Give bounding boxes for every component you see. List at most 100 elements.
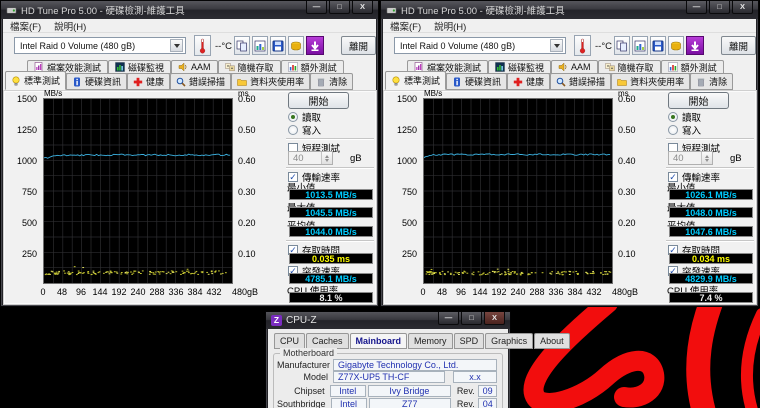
- tab-benchmark[interactable]: 標準測試: [385, 71, 446, 90]
- start-button[interactable]: 開始: [668, 92, 729, 109]
- menu-file[interactable]: 檔案(F): [10, 19, 41, 33]
- tab-health[interactable]: 健康: [507, 73, 550, 90]
- exit-button[interactable]: 離開: [721, 36, 756, 55]
- short-stroke-size-input[interactable]: 40: [668, 151, 713, 165]
- start-button[interactable]: 開始: [288, 92, 349, 109]
- hdtune-window: HD Tune Pro 5.00 - 硬碟檢測-維護工具 — □ X 檔案(F)…: [380, 0, 759, 307]
- tab-label: 清除: [709, 75, 727, 88]
- cpuz-window: Z CPU-Z — □ X CPUCachesMainboardMemorySP…: [265, 311, 511, 408]
- thermometer-icon: [578, 38, 587, 54]
- tab-benchmark[interactable]: 標準測試: [5, 71, 66, 90]
- maximize-button[interactable]: □: [709, 1, 730, 14]
- axis-tick: 0.60: [238, 94, 256, 104]
- manufacturer-value: Gigabyte Technology Co., Ltd.: [333, 359, 497, 371]
- write-radio-label: 寫入: [682, 123, 701, 137]
- minimize-button[interactable]: —: [306, 1, 327, 14]
- read-radio[interactable]: 讀取: [288, 111, 321, 122]
- tab-folder-usage[interactable]: 資料夾使用率: [611, 73, 690, 90]
- tab-random-access[interactable]: 隨機存取: [218, 60, 281, 74]
- minimize-button[interactable]: —: [686, 1, 707, 14]
- cpuz-tab-caches[interactable]: Caches: [306, 333, 349, 349]
- spinner-arrows-icon[interactable]: [701, 152, 712, 164]
- copy-button[interactable]: [614, 36, 630, 55]
- drive-select[interactable]: Intel Raid 0 Volume (480 gB): [14, 37, 186, 54]
- tab-error-scan[interactable]: 錯誤掃描: [170, 73, 231, 90]
- folder-usage-icon: [237, 77, 247, 87]
- tab-extra-tests[interactable]: 額外測試: [281, 60, 344, 74]
- tab-label: 隨機存取: [618, 61, 654, 74]
- tab-row-front: 標準測試硬碟資訊健康錯誤掃描資料夾使用率清除: [5, 73, 353, 90]
- tab-health[interactable]: 健康: [127, 73, 170, 90]
- write-radio-label: 寫入: [302, 123, 321, 137]
- cpuz-tab-mainboard[interactable]: Mainboard: [350, 333, 408, 349]
- copy-image-button[interactable]: [252, 36, 268, 55]
- tab-disk-info[interactable]: 硬碟資訊: [446, 73, 507, 90]
- exit-button[interactable]: 離開: [341, 36, 376, 55]
- tab-extra-tests[interactable]: 額外測試: [661, 60, 724, 74]
- copy-image-icon: [634, 40, 646, 52]
- short-stroke-size-input[interactable]: 40: [288, 151, 333, 165]
- tab-aam[interactable]: AAM: [551, 60, 598, 74]
- motherboard-group: Motherboard Manufacturer Gigabyte Techno…: [273, 353, 503, 408]
- cpuz-tab-cpu[interactable]: CPU: [274, 333, 305, 349]
- export-button[interactable]: [288, 36, 304, 55]
- write-radio[interactable]: 寫入: [288, 124, 321, 135]
- cpuz-titlebar[interactable]: Z CPU-Z — □ X: [266, 312, 510, 329]
- tab-row-front: 標準測試硬碟資訊健康 錯誤掃描資料夾使用率 清除: [385, 73, 733, 90]
- write-radio[interactable]: 寫入: [668, 124, 701, 135]
- tab-label: 磁碟監視: [128, 61, 164, 74]
- download-button[interactable]: [686, 36, 704, 55]
- hdtune-titlebar[interactable]: HD Tune Pro 5.00 - 硬碟檢測-維護工具 — □ X: [1, 1, 378, 19]
- close-button[interactable]: X: [352, 1, 373, 14]
- manufacturer-row: Manufacturer Gigabyte Technology Co., Lt…: [277, 359, 497, 371]
- tab-label: 錯誤掃描: [569, 75, 605, 88]
- tab-disk-monitor[interactable]: 磁碟監視: [108, 60, 171, 74]
- menu-help[interactable]: 說明(H): [54, 19, 86, 33]
- cpuz-tab-graphics[interactable]: Graphics: [485, 333, 533, 349]
- benchmark-chart: [423, 98, 613, 284]
- export-icon: [290, 40, 302, 52]
- model-row: Model Z77X-UP5 TH-CF x.x: [277, 371, 497, 383]
- max-value: 1045.5 MB/s: [289, 207, 373, 218]
- maximize-button[interactable]: □: [461, 312, 482, 325]
- min-value: 1026.1 MB/s: [669, 189, 753, 200]
- hdtune-window-title: HD Tune Pro 5.00 - 硬碟檢測-維護工具: [21, 3, 302, 17]
- temperature-button[interactable]: [574, 35, 591, 56]
- cpuz-tab-about[interactable]: About: [534, 333, 570, 349]
- minimize-button[interactable]: —: [438, 312, 459, 325]
- copy-button[interactable]: [234, 36, 250, 55]
- tab-disk-info[interactable]: 硬碟資訊: [66, 73, 127, 90]
- tab-erase[interactable]: 清除: [690, 73, 733, 90]
- download-button[interactable]: [306, 36, 324, 55]
- maximize-button[interactable]: □: [329, 1, 350, 14]
- tab-aam[interactable]: AAM: [171, 60, 218, 74]
- drive-select[interactable]: Intel Raid 0 Volume (480 gB): [394, 37, 566, 54]
- download-icon: [689, 40, 701, 52]
- close-button[interactable]: X: [484, 312, 505, 325]
- hdtune-window-title: HD Tune Pro 5.00 - 硬碟檢測-維護工具: [401, 3, 682, 17]
- health-icon: [133, 77, 143, 87]
- tab-label: 標準測試: [24, 74, 60, 87]
- tab-error-scan[interactable]: 錯誤掃描: [550, 73, 611, 90]
- export-button[interactable]: [668, 36, 684, 55]
- manufacturer-label: Manufacturer: [277, 360, 333, 370]
- cpuz-tab-spd[interactable]: SPD: [454, 333, 485, 349]
- tab-erase[interactable]: 清除: [310, 73, 353, 90]
- copy-image-button[interactable]: [632, 36, 648, 55]
- save-button[interactable]: [270, 36, 286, 55]
- random-access-icon: [605, 62, 615, 72]
- read-radio[interactable]: 讀取: [668, 111, 701, 122]
- save-button[interactable]: [650, 36, 666, 55]
- menu-file[interactable]: 檔案(F): [390, 19, 421, 33]
- spinner-arrows-icon[interactable]: [321, 152, 332, 164]
- hdtune-titlebar[interactable]: HD Tune Pro 5.00 - 硬碟檢測-維護工具 — □ X: [381, 1, 758, 19]
- southbridge-vendor-value: Intel: [331, 398, 367, 408]
- tab-disk-monitor[interactable]: 磁碟監視: [488, 60, 551, 74]
- tab-random-access[interactable]: 隨機存取: [598, 60, 661, 74]
- temperature-button[interactable]: [194, 35, 211, 56]
- close-button[interactable]: X: [732, 1, 753, 14]
- tab-folder-usage[interactable]: 資料夾使用率: [231, 73, 310, 90]
- cpuz-tab-memory[interactable]: Memory: [408, 333, 453, 349]
- menu-help[interactable]: 說明(H): [434, 19, 466, 33]
- axis-tick: 0.40: [618, 156, 636, 166]
